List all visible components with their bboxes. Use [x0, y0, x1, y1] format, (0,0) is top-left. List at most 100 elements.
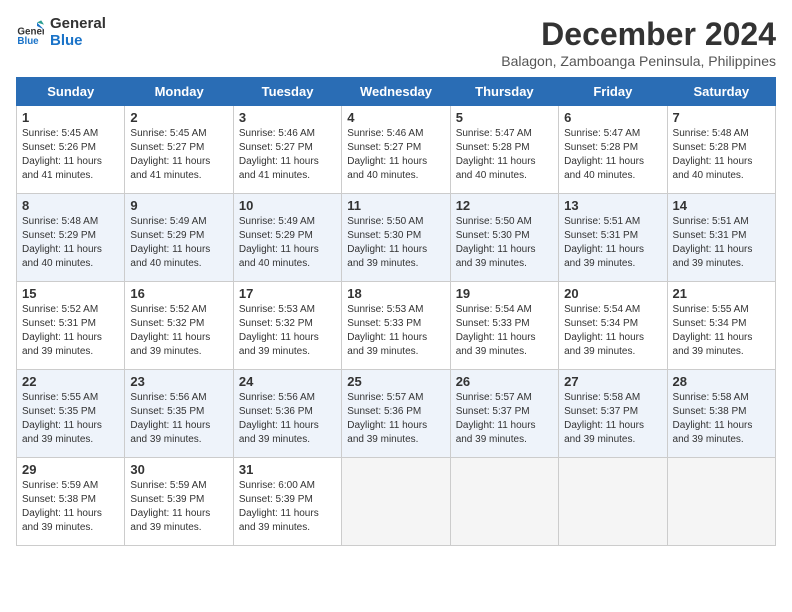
day-number: 17 [239, 286, 336, 301]
day-number: 8 [22, 198, 119, 213]
logo-line1: General [50, 16, 106, 33]
calendar-table: SundayMondayTuesdayWednesdayThursdayFrid… [16, 77, 776, 546]
day-info: Sunrise: 5:46 AMSunset: 5:27 PMDaylight:… [347, 127, 444, 183]
day-info: Sunrise: 5:53 AMSunset: 5:32 PMDaylight:… [239, 303, 336, 359]
day-number: 25 [347, 374, 444, 389]
day-number: 20 [564, 286, 661, 301]
weekday-header-friday: Friday [559, 78, 667, 106]
day-number: 30 [130, 462, 227, 477]
calendar-cell: 10 Sunrise: 5:49 AMSunset: 5:29 PMDayligh… [233, 194, 341, 282]
calendar-cell: 11Sunrise: 5:50 AMSunset: 5:30 PMDayligh… [342, 194, 450, 282]
logo: General Blue General Blue [16, 16, 106, 49]
day-info: Sunrise: 5:55 AMSunset: 5:35 PMDaylight:… [22, 391, 119, 447]
day-info: Sunrise: 5:53 AMSunset: 5:33 PMDaylight:… [347, 303, 444, 359]
calendar-cell: 13Sunrise: 5:51 AMSunset: 5:31 PMDayligh… [559, 194, 667, 282]
calendar-cell: 22 Sunrise: 5:55 AMSunset: 5:35 PMDayligh… [17, 370, 125, 458]
day-number: 27 [564, 374, 661, 389]
day-info: Sunrise: 5:52 AMSunset: 5:31 PMDaylight:… [22, 303, 119, 359]
calendar-body: 1 Sunrise: 5:45 AMSunset: 5:26 PMDaylight… [17, 106, 776, 546]
day-info: Sunrise: 5:54 AMSunset: 5:33 PMDaylight:… [456, 303, 553, 359]
logo-line2: Blue [50, 33, 106, 50]
day-info: Sunrise: 5:54 AMSunset: 5:34 PMDaylight:… [564, 303, 661, 359]
calendar-cell: 24Sunrise: 5:56 AMSunset: 5:36 PMDayligh… [233, 370, 341, 458]
calendar-cell: 16Sunrise: 5:52 AMSunset: 5:32 PMDayligh… [125, 282, 233, 370]
day-number: 15 [22, 286, 119, 301]
day-info: Sunrise: 5:47 AMSunset: 5:28 PMDaylight:… [456, 127, 553, 183]
calendar-week-2: 8 Sunrise: 5:48 AMSunset: 5:29 PMDaylight… [17, 194, 776, 282]
calendar-cell: 9Sunrise: 5:49 AMSunset: 5:29 PMDaylight… [125, 194, 233, 282]
day-info: Sunrise: 5:51 AMSunset: 5:31 PMDaylight:… [564, 215, 661, 271]
svg-text:Blue: Blue [17, 36, 39, 47]
calendar-cell: 19Sunrise: 5:54 AMSunset: 5:33 PMDayligh… [450, 282, 558, 370]
day-number: 2 [130, 110, 227, 125]
day-number: 11 [347, 198, 444, 213]
day-info: Sunrise: 5:52 AMSunset: 5:32 PMDaylight:… [130, 303, 227, 359]
calendar-week-4: 22 Sunrise: 5:55 AMSunset: 5:35 PMDayligh… [17, 370, 776, 458]
calendar-cell: 18 Sunrise: 5:53 AMSunset: 5:33 PMDayligh… [342, 282, 450, 370]
calendar-week-3: 15 Sunrise: 5:52 AMSunset: 5:31 PMDayligh… [17, 282, 776, 370]
weekday-header-tuesday: Tuesday [233, 78, 341, 106]
day-number: 31 [239, 462, 336, 477]
calendar-week-5: 29Sunrise: 5:59 AMSunset: 5:38 PMDayligh… [17, 458, 776, 546]
day-number: 23 [130, 374, 227, 389]
day-info: Sunrise: 5:59 AMSunset: 5:39 PMDaylight:… [130, 479, 227, 535]
calendar-week-1: 1 Sunrise: 5:45 AMSunset: 5:26 PMDaylight… [17, 106, 776, 194]
calendar-cell: 28 Sunrise: 5:58 AMSunset: 5:38 PMDayligh… [667, 370, 775, 458]
title-block: December 2024 Balagon, Zamboanga Peninsu… [501, 16, 776, 69]
calendar-cell: 4 Sunrise: 5:46 AMSunset: 5:27 PMDaylight… [342, 106, 450, 194]
calendar-cell: 31Sunrise: 6:00 AMSunset: 5:39 PMDayligh… [233, 458, 341, 546]
calendar-cell: 21 Sunrise: 5:55 AMSunset: 5:34 PMDayligh… [667, 282, 775, 370]
day-number: 6 [564, 110, 661, 125]
day-info: Sunrise: 5:57 AMSunset: 5:37 PMDaylight:… [456, 391, 553, 447]
day-info: Sunrise: 5:49 AMSunset: 5:29 PMDaylight:… [239, 215, 336, 271]
day-number: 9 [130, 198, 227, 213]
month-title: December 2024 [501, 16, 776, 53]
day-info: Sunrise: 5:48 AMSunset: 5:29 PMDaylight:… [22, 215, 119, 271]
calendar-cell: 6 Sunrise: 5:47 AMSunset: 5:28 PMDaylight… [559, 106, 667, 194]
calendar-cell: 17 Sunrise: 5:53 AMSunset: 5:32 PMDayligh… [233, 282, 341, 370]
day-info: Sunrise: 5:46 AMSunset: 5:27 PMDaylight:… [239, 127, 336, 183]
day-info: Sunrise: 5:47 AMSunset: 5:28 PMDaylight:… [564, 127, 661, 183]
calendar-cell: 29Sunrise: 5:59 AMSunset: 5:38 PMDayligh… [17, 458, 125, 546]
calendar-cell: 12 Sunrise: 5:50 AMSunset: 5:30 PMDayligh… [450, 194, 558, 282]
weekday-row: SundayMondayTuesdayWednesdayThursdayFrid… [17, 78, 776, 106]
day-number: 4 [347, 110, 444, 125]
calendar-cell: 15 Sunrise: 5:52 AMSunset: 5:31 PMDayligh… [17, 282, 125, 370]
calendar-cell: 20 Sunrise: 5:54 AMSunset: 5:34 PMDayligh… [559, 282, 667, 370]
day-number: 10 [239, 198, 336, 213]
calendar-cell: 5 Sunrise: 5:47 AMSunset: 5:28 PMDaylight… [450, 106, 558, 194]
day-info: Sunrise: 5:58 AMSunset: 5:37 PMDaylight:… [564, 391, 661, 447]
calendar-cell: 2Sunrise: 5:45 AMSunset: 5:27 PMDaylight… [125, 106, 233, 194]
calendar-header: SundayMondayTuesdayWednesdayThursdayFrid… [17, 78, 776, 106]
page-header: General Blue General Blue December 2024 … [16, 16, 776, 69]
day-number: 29 [22, 462, 119, 477]
day-number: 21 [673, 286, 770, 301]
location: Balagon, Zamboanga Peninsula, Philippine… [501, 53, 776, 69]
day-number: 14 [673, 198, 770, 213]
weekday-header-saturday: Saturday [667, 78, 775, 106]
calendar-cell [342, 458, 450, 546]
day-number: 28 [673, 374, 770, 389]
day-number: 24 [239, 374, 336, 389]
calendar-cell: 27 Sunrise: 5:58 AMSunset: 5:37 PMDayligh… [559, 370, 667, 458]
day-number: 5 [456, 110, 553, 125]
day-info: Sunrise: 5:58 AMSunset: 5:38 PMDaylight:… [673, 391, 770, 447]
day-number: 12 [456, 198, 553, 213]
calendar-cell: 7Sunrise: 5:48 AMSunset: 5:28 PMDaylight… [667, 106, 775, 194]
calendar-cell: 30 Sunrise: 5:59 AMSunset: 5:39 PMDayligh… [125, 458, 233, 546]
day-number: 26 [456, 374, 553, 389]
calendar-cell: 26 Sunrise: 5:57 AMSunset: 5:37 PMDayligh… [450, 370, 558, 458]
day-number: 18 [347, 286, 444, 301]
calendar-cell [559, 458, 667, 546]
calendar-cell: 1 Sunrise: 5:45 AMSunset: 5:26 PMDaylight… [17, 106, 125, 194]
day-info: Sunrise: 5:56 AMSunset: 5:35 PMDaylight:… [130, 391, 227, 447]
day-info: Sunrise: 5:55 AMSunset: 5:34 PMDaylight:… [673, 303, 770, 359]
day-number: 22 [22, 374, 119, 389]
day-info: Sunrise: 5:45 AMSunset: 5:26 PMDaylight:… [22, 127, 119, 183]
weekday-header-sunday: Sunday [17, 78, 125, 106]
calendar-cell: 23 Sunrise: 5:56 AMSunset: 5:35 PMDayligh… [125, 370, 233, 458]
day-info: Sunrise: 5:50 AMSunset: 5:30 PMDaylight:… [456, 215, 553, 271]
calendar-cell: 8 Sunrise: 5:48 AMSunset: 5:29 PMDaylight… [17, 194, 125, 282]
calendar-cell [450, 458, 558, 546]
day-number: 1 [22, 110, 119, 125]
